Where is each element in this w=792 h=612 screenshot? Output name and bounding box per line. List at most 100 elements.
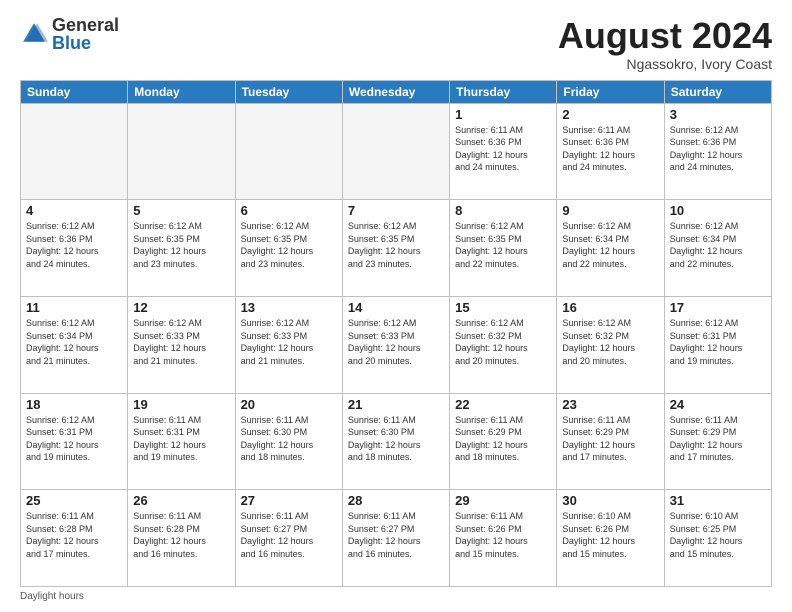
day-number: 5 xyxy=(133,203,229,218)
calendar-cell: 26 Sunrise: 6:11 AM Sunset: 6:28 PM Dayli… xyxy=(128,490,235,587)
location-subtitle: Ngassokro, Ivory Coast xyxy=(558,56,772,72)
day-number: 1 xyxy=(455,107,551,122)
calendar-cell: 4 Sunrise: 6:12 AM Sunset: 6:36 PM Daylig… xyxy=(21,200,128,297)
day-info: Sunrise: 6:12 AM Sunset: 6:33 PM Dayligh… xyxy=(241,317,337,367)
calendar-cell: 3Sunrise: 6:12 AM Sunset: 6:36 PM Daylig… xyxy=(664,103,771,200)
day-number: 9 xyxy=(562,203,658,218)
day-info: Sunrise: 6:11 AM Sunset: 6:36 PM Dayligh… xyxy=(455,124,551,174)
day-info: Sunrise: 6:12 AM Sunset: 6:33 PM Dayligh… xyxy=(133,317,229,367)
logo-text: General Blue xyxy=(52,16,119,52)
calendar-cell xyxy=(342,103,449,200)
day-number: 27 xyxy=(241,493,337,508)
day-info: Sunrise: 6:12 AM Sunset: 6:34 PM Dayligh… xyxy=(562,220,658,270)
weekday-header-row: SundayMondayTuesdayWednesdayThursdayFrid… xyxy=(21,80,772,103)
day-info: Sunrise: 6:11 AM Sunset: 6:29 PM Dayligh… xyxy=(562,414,658,464)
day-number: 8 xyxy=(455,203,551,218)
calendar-cell: 22Sunrise: 6:11 AM Sunset: 6:29 PM Dayli… xyxy=(450,393,557,490)
day-number: 12 xyxy=(133,300,229,315)
logo-general: General xyxy=(52,15,119,35)
calendar-cell: 27 Sunrise: 6:11 AM Sunset: 6:27 PM Dayli… xyxy=(235,490,342,587)
logo-icon xyxy=(20,20,48,48)
day-number: 23 xyxy=(562,397,658,412)
calendar-cell: 7 Sunrise: 6:12 AM Sunset: 6:35 PM Daylig… xyxy=(342,200,449,297)
calendar-cell: 1 Sunrise: 6:11 AM Sunset: 6:36 PM Daylig… xyxy=(450,103,557,200)
day-info: Sunrise: 6:12 AM Sunset: 6:35 PM Dayligh… xyxy=(241,220,337,270)
logo-blue: Blue xyxy=(52,33,91,53)
calendar-cell: 10 Sunrise: 6:12 AM Sunset: 6:34 PM Dayli… xyxy=(664,200,771,297)
calendar-cell: 12 Sunrise: 6:12 AM Sunset: 6:33 PM Dayli… xyxy=(128,296,235,393)
day-info: Sunrise: 6:11 AM Sunset: 6:26 PM Dayligh… xyxy=(455,510,551,560)
day-info: Sunrise: 6:11 AM Sunset: 6:30 PM Dayligh… xyxy=(241,414,337,464)
day-number: 28 xyxy=(348,493,444,508)
calendar-cell: 19 Sunrise: 6:11 AM Sunset: 6:31 PM Dayli… xyxy=(128,393,235,490)
daylight-label: Daylight hours xyxy=(20,591,84,602)
calendar-table: SundayMondayTuesdayWednesdayThursdayFrid… xyxy=(20,80,772,587)
day-info: Sunrise: 6:10 AM Sunset: 6:25 PM Dayligh… xyxy=(670,510,766,560)
day-info: Sunrise: 6:12 AM Sunset: 6:31 PM Dayligh… xyxy=(670,317,766,367)
day-info: Sunrise: 6:12 AM Sunset: 6:35 PM Dayligh… xyxy=(348,220,444,270)
day-info: Sunrise: 6:12 AM Sunset: 6:33 PM Dayligh… xyxy=(348,317,444,367)
header: General Blue August 2024 Ngassokro, Ivor… xyxy=(20,16,772,72)
calendar-cell: 21Sunrise: 6:11 AM Sunset: 6:30 PM Dayli… xyxy=(342,393,449,490)
day-number: 24 xyxy=(670,397,766,412)
day-info: Sunrise: 6:11 AM Sunset: 6:36 PM Dayligh… xyxy=(562,124,658,174)
day-number: 18 xyxy=(26,397,122,412)
calendar-cell: 30Sunrise: 6:10 AM Sunset: 6:26 PM Dayli… xyxy=(557,490,664,587)
day-number: 10 xyxy=(670,203,766,218)
day-info: Sunrise: 6:12 AM Sunset: 6:34 PM Dayligh… xyxy=(670,220,766,270)
day-info: Sunrise: 6:11 AM Sunset: 6:31 PM Dayligh… xyxy=(133,414,229,464)
calendar-cell: 31 Sunrise: 6:10 AM Sunset: 6:25 PM Dayli… xyxy=(664,490,771,587)
logo: General Blue xyxy=(20,16,119,52)
day-info: Sunrise: 6:12 AM Sunset: 6:36 PM Dayligh… xyxy=(26,220,122,270)
calendar-cell: 28 Sunrise: 6:11 AM Sunset: 6:27 PM Dayli… xyxy=(342,490,449,587)
day-number: 22 xyxy=(455,397,551,412)
calendar-cell: 15 Sunrise: 6:12 AM Sunset: 6:32 PM Dayli… xyxy=(450,296,557,393)
day-number: 4 xyxy=(26,203,122,218)
page: General Blue August 2024 Ngassokro, Ivor… xyxy=(0,0,792,612)
calendar-cell: 23 Sunrise: 6:11 AM Sunset: 6:29 PM Dayli… xyxy=(557,393,664,490)
calendar-cell: 17 Sunrise: 6:12 AM Sunset: 6:31 PM Dayli… xyxy=(664,296,771,393)
day-number: 7 xyxy=(348,203,444,218)
day-number: 17 xyxy=(670,300,766,315)
calendar-cell xyxy=(235,103,342,200)
weekday-header-thursday: Thursday xyxy=(450,80,557,103)
day-number: 26 xyxy=(133,493,229,508)
calendar-cell: 25Sunrise: 6:11 AM Sunset: 6:28 PM Dayli… xyxy=(21,490,128,587)
day-number: 20 xyxy=(241,397,337,412)
weekday-header-tuesday: Tuesday xyxy=(235,80,342,103)
day-info: Sunrise: 6:11 AM Sunset: 6:27 PM Dayligh… xyxy=(241,510,337,560)
calendar-cell: 5 Sunrise: 6:12 AM Sunset: 6:35 PM Daylig… xyxy=(128,200,235,297)
day-info: Sunrise: 6:11 AM Sunset: 6:28 PM Dayligh… xyxy=(133,510,229,560)
calendar-cell: 24 Sunrise: 6:11 AM Sunset: 6:29 PM Dayli… xyxy=(664,393,771,490)
day-info: Sunrise: 6:12 AM Sunset: 6:34 PM Dayligh… xyxy=(26,317,122,367)
calendar-cell xyxy=(21,103,128,200)
day-info: Sunrise: 6:11 AM Sunset: 6:28 PM Dayligh… xyxy=(26,510,122,560)
weekday-header-wednesday: Wednesday xyxy=(342,80,449,103)
day-number: 6 xyxy=(241,203,337,218)
calendar-week-4: 18 Sunrise: 6:12 AM Sunset: 6:31 PM Dayli… xyxy=(21,393,772,490)
day-number: 16 xyxy=(562,300,658,315)
weekday-header-friday: Friday xyxy=(557,80,664,103)
day-info: Sunrise: 6:12 AM Sunset: 6:36 PM Dayligh… xyxy=(670,124,766,174)
day-number: 13 xyxy=(241,300,337,315)
day-number: 15 xyxy=(455,300,551,315)
calendar-cell: 13 Sunrise: 6:12 AM Sunset: 6:33 PM Dayli… xyxy=(235,296,342,393)
day-number: 31 xyxy=(670,493,766,508)
calendar-week-5: 25Sunrise: 6:11 AM Sunset: 6:28 PM Dayli… xyxy=(21,490,772,587)
calendar-cell: 29Sunrise: 6:11 AM Sunset: 6:26 PM Dayli… xyxy=(450,490,557,587)
day-info: Sunrise: 6:12 AM Sunset: 6:32 PM Dayligh… xyxy=(455,317,551,367)
day-number: 21 xyxy=(348,397,444,412)
calendar-cell: 18 Sunrise: 6:12 AM Sunset: 6:31 PM Dayli… xyxy=(21,393,128,490)
calendar-cell xyxy=(128,103,235,200)
weekday-header-saturday: Saturday xyxy=(664,80,771,103)
day-info: Sunrise: 6:12 AM Sunset: 6:31 PM Dayligh… xyxy=(26,414,122,464)
calendar-week-3: 11Sunrise: 6:12 AM Sunset: 6:34 PM Dayli… xyxy=(21,296,772,393)
day-info: Sunrise: 6:11 AM Sunset: 6:29 PM Dayligh… xyxy=(670,414,766,464)
calendar-cell: 9 Sunrise: 6:12 AM Sunset: 6:34 PM Daylig… xyxy=(557,200,664,297)
day-info: Sunrise: 6:12 AM Sunset: 6:35 PM Dayligh… xyxy=(133,220,229,270)
day-number: 19 xyxy=(133,397,229,412)
calendar-cell: 16Sunrise: 6:12 AM Sunset: 6:32 PM Dayli… xyxy=(557,296,664,393)
footer-note: Daylight hours xyxy=(20,591,772,602)
day-info: Sunrise: 6:11 AM Sunset: 6:27 PM Dayligh… xyxy=(348,510,444,560)
calendar-week-1: 1 Sunrise: 6:11 AM Sunset: 6:36 PM Daylig… xyxy=(21,103,772,200)
